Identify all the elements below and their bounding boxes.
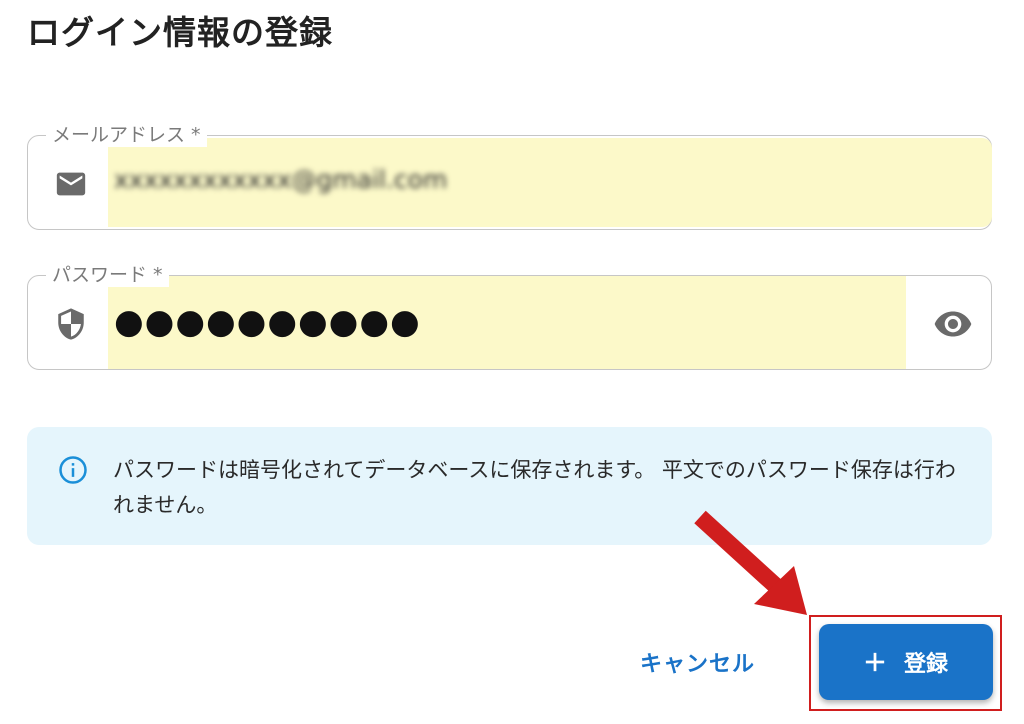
eye-icon[interactable] [933, 304, 973, 344]
cancel-button[interactable]: キャンセル [628, 642, 767, 682]
password-field[interactable]: パスワード * ●●●●●●●●●● [27, 260, 992, 370]
email-field[interactable]: メールアドレス * xxxxxxxxxxxx@gmail.com [27, 120, 992, 230]
register-button-label: 登録 [903, 652, 948, 677]
info-icon [59, 456, 87, 484]
info-alert: パスワードは暗号化されてデータベースに保存されます。 平文でのパスワード保存は行… [27, 427, 992, 545]
plus-icon [865, 652, 885, 672]
login-registration-page: ログイン情報の登録 メールアドレス * xxxxxxxxxxxx@gmail.c… [0, 0, 1024, 724]
email-field-label: メールアドレス * [46, 120, 207, 147]
email-input[interactable]: xxxxxxxxxxxx@gmail.com [114, 165, 447, 194]
shield-icon [58, 308, 84, 340]
password-input[interactable]: ●●●●●●●●●● [114, 302, 421, 342]
info-message: パスワードは暗号化されてデータベースに保存されます。 平文でのパスワード保存は行… [113, 458, 956, 517]
mail-icon [56, 172, 86, 196]
register-button[interactable]: 登録 [819, 624, 993, 700]
page-title: ログイン情報の登録 [27, 13, 333, 52]
password-field-label: パスワード * [46, 260, 169, 287]
